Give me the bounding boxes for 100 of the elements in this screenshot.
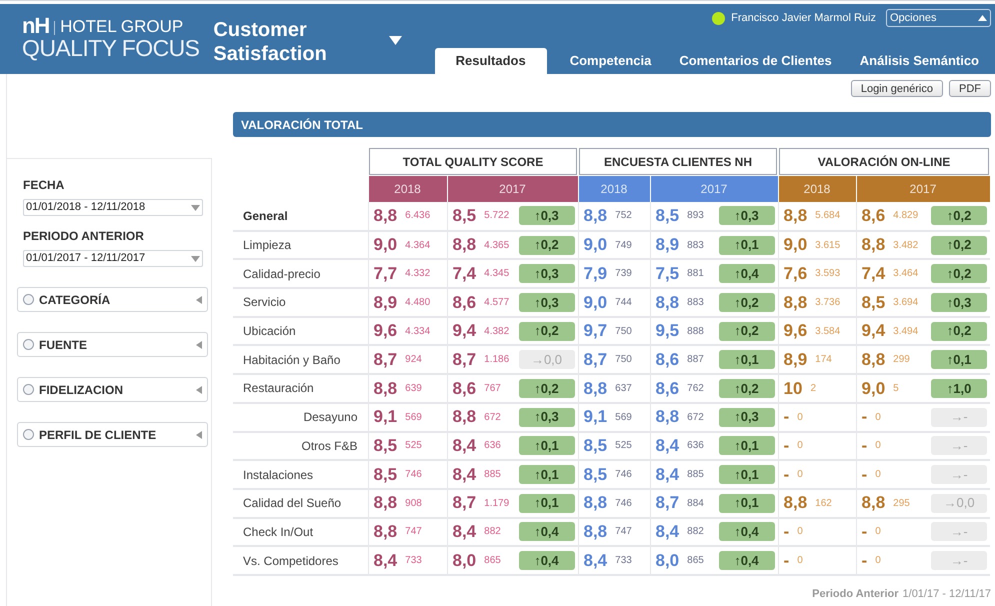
score-value: 8,4	[452, 435, 476, 458]
review-count: 4.345	[484, 267, 510, 282]
score-value: 8,5	[584, 435, 608, 458]
date-range-select[interactable]: 01/01/2018 - 12/11/2018	[23, 199, 203, 216]
review-count: 4.364	[405, 238, 430, 253]
score-value: 9,0	[374, 234, 398, 256]
review-count: 4.577	[484, 296, 510, 310]
filter-panel[interactable]: FUENTE	[17, 332, 208, 357]
score-value: 7,5	[656, 262, 680, 285]
review-count: 3.494	[893, 324, 918, 339]
review-count: 746	[405, 468, 422, 482]
review-count: 4.332	[405, 267, 430, 282]
review-count: 3.736	[815, 296, 840, 310]
group-header: ENCUESTA CLIENTES NH	[579, 148, 778, 175]
score-value: -	[862, 550, 868, 572]
score-value: -	[862, 464, 868, 486]
section-title: VALORACIÓN TOTAL	[241, 116, 363, 134]
row-label: Restauración	[233, 374, 368, 403]
change-badge: ↑0,4	[718, 522, 775, 542]
score-value: 8,5	[584, 464, 608, 486]
review-count: 3.464	[893, 267, 918, 282]
change-badge: ↑0,3	[718, 206, 775, 226]
review-count: 884	[687, 496, 704, 511]
row-label: Calidad-precio	[233, 259, 368, 288]
year-header: 2018	[778, 176, 856, 202]
review-count: 4.480	[405, 296, 430, 310]
change-badge: ↑0,3	[718, 408, 775, 427]
year-header: 2018	[578, 176, 650, 202]
score-value: -	[862, 521, 868, 544]
review-count: 299	[893, 353, 910, 368]
review-count: 672	[687, 410, 704, 425]
review-count: 749	[615, 238, 632, 253]
score-value: 8,4	[656, 435, 680, 458]
review-count: 0	[797, 410, 803, 425]
review-count: 295	[893, 496, 910, 511]
user-name: Francisco Javier Marmol Ruiz	[731, 10, 876, 26]
change-badge: ↑0,3	[518, 292, 574, 312]
change-badge: ↑0,1	[718, 436, 775, 456]
score-value: 9,0	[584, 292, 608, 314]
radio-icon	[23, 429, 34, 440]
review-count: 4.365	[484, 238, 510, 253]
change-badge: ↑0,2	[931, 264, 988, 284]
logo-product-text: QUALITY FOCUS	[22, 37, 200, 60]
panel-label: CATEGORÍA	[39, 292, 112, 308]
review-count: 5.722	[484, 209, 510, 224]
score-value: 8,4	[374, 550, 398, 572]
action-button[interactable]: Login genérico	[850, 80, 943, 97]
group-header: TOTAL QUALITY SCORE	[369, 148, 577, 175]
row-label: General	[233, 202, 368, 231]
review-count: 1.186	[484, 353, 510, 368]
nav-tab[interactable]: Análisis Semántico	[850, 48, 988, 74]
dropdown-caret-icon[interactable]	[389, 36, 402, 45]
options-dropdown[interactable]: Opciones	[886, 9, 991, 27]
year-header: 2017	[447, 176, 578, 202]
score-value: 8,8	[374, 521, 398, 544]
score-value: 8,6	[452, 378, 476, 400]
review-count: 924	[405, 353, 422, 368]
year-header: 2017	[650, 176, 778, 202]
change-badge: ↑0,4	[718, 551, 775, 570]
review-count: 0	[875, 554, 881, 568]
review-count: 887	[687, 353, 704, 368]
score-value: 8,5	[656, 205, 680, 228]
review-count: 733	[405, 554, 422, 568]
review-count: 3.584	[815, 324, 840, 339]
nav-tab[interactable]: Comentarios de Clientes	[670, 48, 841, 74]
action-button[interactable]: PDF	[949, 80, 991, 97]
review-count: 162	[815, 496, 832, 511]
logo-group-text: HOTEL GROUP	[60, 18, 184, 35]
score-value: 8,0	[452, 550, 476, 572]
radio-icon	[23, 294, 34, 305]
score-value: 8,7	[452, 349, 476, 372]
filter-panel[interactable]: CATEGORÍA	[17, 287, 208, 312]
score-value: 8,5	[374, 435, 398, 458]
year-header: 2018	[368, 176, 447, 202]
review-count: 0	[875, 468, 881, 482]
review-count: 5.684	[815, 209, 840, 224]
score-value: 8,8	[862, 234, 886, 256]
filter-panel[interactable]: PERFIL DE CLIENTE	[17, 422, 208, 447]
review-count: 739	[615, 267, 632, 282]
review-count: 6.436	[405, 209, 430, 224]
change-badge: ↑0,3	[518, 264, 574, 284]
nav-tab[interactable]: Resultados	[434, 48, 547, 74]
nav-tab[interactable]: Competencia	[560, 48, 660, 74]
review-count: 881	[687, 267, 704, 282]
review-count: 746	[615, 496, 632, 511]
filter-panel[interactable]: FIDELIZACION	[17, 377, 208, 402]
score-value: -	[862, 406, 868, 428]
review-count: 883	[687, 238, 704, 253]
score-value: 8,9	[784, 349, 808, 372]
score-value: 8,8	[374, 492, 398, 514]
score-value: 8,8	[784, 205, 808, 228]
review-count: 750	[615, 353, 632, 368]
review-count: 746	[615, 468, 632, 482]
row-label: Servicio	[233, 288, 368, 317]
change-badge: →-	[931, 522, 988, 542]
change-badge: ↑0,2	[718, 322, 775, 341]
score-value: 9,0	[584, 234, 608, 256]
review-count: 744	[615, 296, 632, 310]
date-range-select[interactable]: 01/01/2017 - 12/11/2017	[23, 250, 203, 267]
row-label: Instalaciones	[233, 460, 368, 489]
